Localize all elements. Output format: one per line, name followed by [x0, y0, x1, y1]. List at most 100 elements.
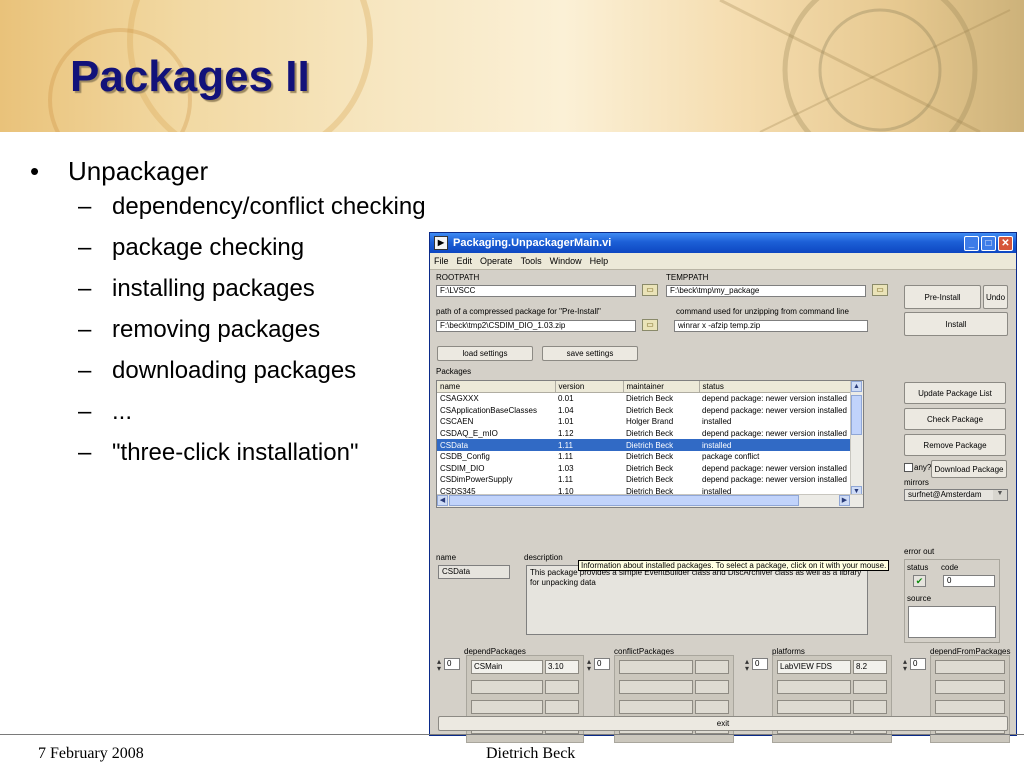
array-cell[interactable]	[695, 700, 729, 714]
subbullet-text: dependency/conflict checking	[112, 193, 426, 220]
array-cell[interactable]	[471, 700, 543, 714]
browse-folder-icon[interactable]: ▭	[642, 319, 658, 331]
depend-from-index-field[interactable]: 0	[910, 658, 926, 670]
zip-path-field[interactable]: F:\beck\tmp2\CSDIM_DIO_1.03.zip	[436, 320, 636, 332]
vi-run-icon: ▶	[434, 236, 448, 250]
subbullet-text: "three-click installation"	[112, 439, 359, 466]
menu-file[interactable]: File	[434, 256, 449, 266]
array-cell[interactable]	[619, 660, 693, 674]
table-row[interactable]: CSDimPowerSupply 1.11 Dietrich Beck depend …	[437, 474, 851, 486]
column-header-status[interactable]: status	[699, 381, 852, 393]
remove-package-button[interactable]: Remove Package	[904, 434, 1006, 456]
depend-index-field[interactable]: 0	[444, 658, 460, 670]
unzip-command-label: command used for unzipping from command …	[676, 307, 849, 316]
array-cell[interactable]	[935, 700, 1005, 714]
array-cell[interactable]	[777, 700, 851, 714]
packages-listbox[interactable]: name version maintainer status CSAGXXX 0.…	[436, 380, 864, 508]
any-checkbox[interactable]	[904, 463, 913, 472]
menu-help[interactable]: Help	[590, 256, 609, 266]
slide-title: Packages II	[70, 52, 310, 101]
update-package-list-button[interactable]: Update Package List	[904, 382, 1006, 404]
maximize-button[interactable]: □	[981, 235, 996, 251]
menu-edit[interactable]: Edit	[457, 256, 473, 266]
array-cell[interactable]	[695, 660, 729, 674]
temppath-field[interactable]: F:\beck\tmp\my_package	[666, 285, 866, 297]
array-cell[interactable]	[935, 660, 1005, 674]
platform-version-cell[interactable]: 8.2	[853, 660, 887, 674]
array-index-arrows-icon[interactable]: ▴ ▾	[584, 658, 594, 673]
array-cell[interactable]	[853, 680, 887, 694]
table-row[interactable]: CSDB_Config 1.11 Dietrich Beck package conf…	[437, 451, 851, 463]
download-package-button[interactable]: Download Package	[931, 460, 1007, 478]
array-index-arrows-icon[interactable]: ▴ ▾	[434, 658, 444, 673]
browse-folder-icon[interactable]: ▭	[872, 284, 888, 296]
browse-folder-icon[interactable]: ▭	[642, 284, 658, 296]
platform-name-cell[interactable]: LabVIEW FDS	[777, 660, 851, 674]
name-label: name	[436, 553, 457, 562]
table-row[interactable]: CSDAQ_E_mIO 1.12 Dietrich Beck depend packa…	[437, 428, 851, 440]
unzip-command-field[interactable]: winrar x -afzip temp.zip	[674, 320, 868, 332]
pre-install-button[interactable]: Pre-Install	[904, 285, 981, 309]
column-header-maintainer[interactable]: maintainer	[623, 381, 700, 393]
code-field: 0	[943, 575, 995, 587]
error-out-label: error out	[904, 547, 935, 556]
check-package-button[interactable]: Check Package	[904, 408, 1006, 430]
horizontal-scrollbar[interactable]: ◀ ▶	[437, 494, 863, 507]
undo-button[interactable]: Undo	[983, 285, 1008, 309]
table-row[interactable]: CSCAEN 1.01 Holger Brand installed	[437, 416, 851, 428]
depend-name-cell[interactable]: CSMain	[471, 660, 543, 674]
exit-button[interactable]: exit	[438, 716, 1008, 731]
array-index-arrows-icon[interactable]: ▴ ▾	[742, 658, 752, 673]
unpacker-window: ▶ Packaging.UnpackagerMain.vi _ □ ✕ File…	[429, 232, 1017, 743]
subbullet-text: installing packages	[112, 275, 315, 302]
depend-version-cell[interactable]: 3.10	[545, 660, 579, 674]
rootpath-field[interactable]: F:\LVSCC	[436, 285, 636, 297]
footer-date: 7 February 2008	[38, 745, 144, 762]
status-label: status	[907, 563, 929, 572]
scroll-thumb[interactable]	[449, 495, 799, 506]
array-cell[interactable]	[471, 680, 543, 694]
subbullet-text: removing packages	[112, 316, 321, 343]
scroll-up-icon[interactable]: ▲	[851, 381, 862, 392]
load-settings-button[interactable]: load settings	[437, 346, 533, 361]
subbullet-item: – dependency/conflict checking	[78, 193, 426, 220]
scroll-thumb[interactable]	[851, 395, 862, 435]
array-cell[interactable]	[935, 680, 1005, 694]
mirrors-label: mirrors	[904, 478, 929, 487]
window-titlebar[interactable]: ▶ Packaging.UnpackagerMain.vi _ □ ✕	[430, 233, 1016, 253]
vertical-scrollbar[interactable]: ▲ ▼	[850, 381, 863, 497]
bullet-item: • Unpackager	[30, 156, 209, 186]
table-row[interactable]: CSApplicationBaseClasses 1.04 Dietrich Bec…	[437, 405, 851, 417]
menu-tools[interactable]: Tools	[521, 256, 542, 266]
install-button[interactable]: Install	[904, 312, 1008, 336]
menu-operate[interactable]: Operate	[480, 256, 513, 266]
footer-author: Dietrich Beck	[486, 745, 576, 762]
array-cell[interactable]	[619, 680, 693, 694]
save-settings-button[interactable]: save settings	[542, 346, 638, 361]
minimize-button[interactable]: _	[964, 235, 979, 251]
column-header-name[interactable]: name	[437, 381, 556, 393]
array-cell[interactable]	[545, 700, 579, 714]
array-cell[interactable]	[619, 700, 693, 714]
array-cell[interactable]	[777, 680, 851, 694]
conflict-index-field[interactable]: 0	[594, 658, 610, 670]
menu-window[interactable]: Window	[550, 256, 582, 266]
subbullet-text: package checking	[112, 234, 305, 261]
column-header-version[interactable]: version	[555, 381, 624, 393]
array-cell[interactable]	[545, 680, 579, 694]
dropdown-arrow-icon[interactable]: ▼	[993, 490, 1007, 500]
scroll-right-icon[interactable]: ▶	[839, 495, 850, 506]
array-index-arrows-icon[interactable]: ▴ ▾	[900, 658, 910, 673]
array-cell[interactable]	[695, 680, 729, 694]
scroll-left-icon[interactable]: ◀	[437, 495, 448, 506]
footer-divider	[0, 734, 1024, 735]
array-cell[interactable]	[853, 700, 887, 714]
table-row-selected[interactable]: CSData 1.11 Dietrich Beck installed	[437, 439, 851, 451]
platforms-index-field[interactable]: 0	[752, 658, 768, 670]
zip-path-label: path of a compressed package for "Pre-In…	[436, 307, 601, 316]
tooltip: Information about installed packages. To…	[578, 560, 890, 571]
packages-label: Packages	[436, 367, 472, 376]
table-row[interactable]: CSAGXXX 0.01 Dietrich Beck depend package: …	[437, 393, 851, 405]
close-button[interactable]: ✕	[998, 235, 1013, 251]
table-row[interactable]: CSDIM_DIO 1.03 Dietrich Beck depend package…	[437, 463, 851, 475]
